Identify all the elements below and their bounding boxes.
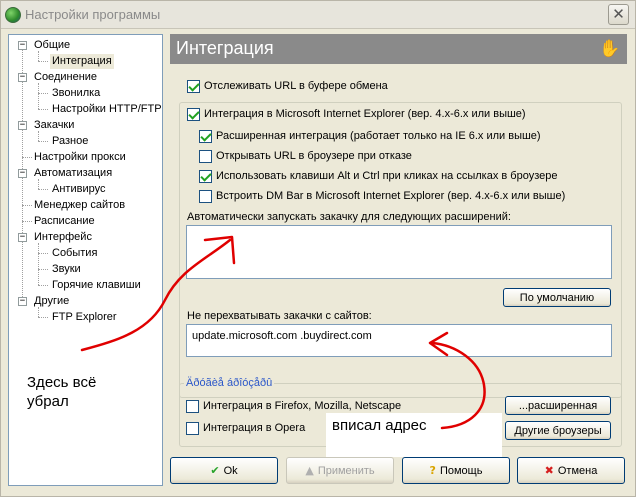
apply-label: Применить bbox=[317, 465, 375, 477]
checkbox-box[interactable] bbox=[199, 150, 212, 163]
tree-item-schedule[interactable]: Расписание bbox=[34, 214, 95, 229]
tree-connector bbox=[22, 157, 32, 158]
skip-sites-label: Не перехватывать закачки с сайтов: bbox=[187, 310, 372, 322]
alt-ctrl-keys-checkbox[interactable]: Использовать клавиши Alt и Ctrl при клик… bbox=[199, 169, 619, 185]
apply-button[interactable]: ▲ Применить bbox=[286, 457, 394, 484]
panel-title: Интеграция bbox=[176, 38, 274, 58]
tree-item-hotkeys[interactable]: Горячие клавиши bbox=[52, 278, 141, 293]
checkbox-box[interactable] bbox=[186, 400, 199, 413]
tree-expand-box[interactable]: − bbox=[18, 121, 27, 130]
checkbox-box[interactable] bbox=[199, 130, 212, 143]
tree-item-downloads[interactable]: Закачки bbox=[34, 118, 74, 133]
checkbox-box[interactable] bbox=[187, 80, 200, 93]
tree-connector bbox=[38, 93, 48, 94]
tree-expand-box[interactable]: − bbox=[18, 233, 27, 242]
tree-item-misc[interactable]: Разное bbox=[52, 134, 88, 149]
left-note-text: Здесь всё убрал bbox=[27, 373, 96, 411]
opera-integration-label: Интеграция в Opera bbox=[203, 422, 306, 434]
left-note-line1: Здесь всё bbox=[27, 374, 97, 391]
tree-item-interface[interactable]: Интерфейс bbox=[34, 230, 92, 245]
window-title: Настройки программы bbox=[25, 7, 161, 22]
tree-expand-box[interactable]: − bbox=[18, 41, 27, 50]
default-button[interactable]: По умолчанию bbox=[503, 288, 611, 307]
tree-item-events[interactable]: События bbox=[52, 246, 97, 261]
tree-expand-box[interactable]: − bbox=[18, 73, 27, 82]
tree-item-general[interactable]: Общие bbox=[34, 38, 70, 53]
tree-item-dialer[interactable]: Звонилка bbox=[52, 86, 100, 101]
tree-item-proxy[interactable]: Настройки прокси bbox=[34, 150, 126, 165]
apply-icon: ▲ bbox=[305, 464, 314, 477]
extended-integration-checkbox[interactable]: Расширенная интеграция (работает только … bbox=[199, 129, 619, 145]
tree-branch-line bbox=[38, 83, 39, 109]
tree-item-integration[interactable]: Интеграция bbox=[50, 54, 114, 69]
clipboard-watch-label: Отслеживать URL в буфере обмена bbox=[204, 80, 388, 92]
skip-sites-textarea[interactable]: update.microsoft.com .buydirect.com bbox=[186, 324, 612, 357]
tree-item-sounds[interactable]: Звуки bbox=[52, 262, 81, 277]
tree-expand-box[interactable]: − bbox=[18, 297, 27, 306]
help-label: Помощь bbox=[439, 465, 483, 477]
tree-branch-line bbox=[38, 243, 39, 285]
tree-connector bbox=[38, 269, 48, 270]
hand-icon: ✋ bbox=[599, 39, 621, 58]
cancel-x-icon: ✖ bbox=[544, 464, 554, 477]
tree-connector bbox=[38, 61, 48, 62]
cancel-button[interactable]: ✖ Отмена bbox=[517, 457, 625, 484]
auto-ext-label: Автоматически запускать закачку для след… bbox=[187, 211, 511, 223]
tree-item-automation[interactable]: Автоматизация bbox=[34, 166, 112, 181]
tree-item-site-manager[interactable]: Менеджер сайтов bbox=[34, 198, 125, 213]
tree-connector bbox=[22, 205, 32, 206]
right-note-text: вписал адрес bbox=[332, 417, 427, 434]
dm-bar-checkbox[interactable]: Встроить DM Bar в Microsoft Internet Exp… bbox=[199, 189, 619, 205]
dm-bar-label: Встроить DM Bar в Microsoft Internet Exp… bbox=[216, 190, 566, 202]
other-browsers-group-title: Äðóãèå áðîóçåðû bbox=[184, 377, 275, 389]
tree-item-connection[interactable]: Соединение bbox=[34, 70, 97, 85]
title-bar[interactable]: Настройки программы ✕ bbox=[1, 1, 635, 29]
app-globe-icon bbox=[5, 7, 21, 23]
ie-integration-checkbox[interactable]: Интеграция в Microsoft Internet Explorer… bbox=[187, 107, 607, 123]
tree-item-ftp-explorer[interactable]: FTP Explorer bbox=[52, 310, 117, 325]
tree-connector bbox=[38, 141, 48, 142]
tree-connector bbox=[38, 189, 48, 190]
checkbox-box[interactable] bbox=[199, 190, 212, 203]
check-icon: ✔ bbox=[210, 464, 220, 477]
firefox-integration-label: Интеграция в Firefox, Mozilla, Netscape bbox=[203, 400, 402, 412]
clipboard-watch-checkbox[interactable]: Отслеживать URL в буфере обмена bbox=[187, 79, 607, 95]
tree-connector bbox=[38, 253, 48, 254]
tree-connector bbox=[38, 109, 48, 110]
close-button[interactable]: ✕ bbox=[608, 4, 629, 25]
ie-integration-label: Интеграция в Microsoft Internet Explorer… bbox=[204, 108, 526, 120]
extended-integration-label: Расширенная интеграция (работает только … bbox=[216, 130, 541, 142]
tree-item-http-ftp[interactable]: Настройки HTTP/FTP bbox=[52, 102, 162, 117]
tree-expand-box[interactable]: − bbox=[18, 169, 27, 178]
question-icon: ? bbox=[429, 464, 436, 477]
tree-connector bbox=[38, 285, 48, 286]
integration-panel: Интеграция ✋ Отслеживать URL в буфере об… bbox=[170, 34, 627, 452]
ok-label: Ok bbox=[223, 465, 238, 477]
ok-button[interactable]: ✔ Ok bbox=[170, 457, 278, 484]
tree-item-other[interactable]: Другие bbox=[34, 294, 69, 309]
open-url-on-fail-label: Открывать URL в броузере при отказе bbox=[216, 150, 412, 162]
help-button[interactable]: ? Помощь bbox=[402, 457, 510, 484]
checkbox-box[interactable] bbox=[186, 422, 199, 435]
panel-header: Интеграция ✋ bbox=[170, 34, 627, 64]
tree-item-antivirus[interactable]: Антивирус bbox=[52, 182, 105, 197]
checkbox-box[interactable] bbox=[187, 108, 200, 121]
left-note-line2: убрал bbox=[27, 393, 69, 410]
tree-connector bbox=[22, 221, 32, 222]
advanced-button[interactable]: ...расширенная bbox=[505, 396, 611, 415]
checkbox-box[interactable] bbox=[199, 170, 212, 183]
other-browsers-button[interactable]: Другие броузеры bbox=[505, 421, 611, 440]
cancel-label: Отмена bbox=[557, 465, 598, 477]
tree-connector bbox=[38, 317, 48, 318]
open-url-on-fail-checkbox[interactable]: Открывать URL в броузере при отказе bbox=[199, 149, 619, 165]
auto-ext-textarea[interactable] bbox=[186, 225, 612, 279]
alt-ctrl-keys-label: Использовать клавиши Alt и Ctrl при клик… bbox=[216, 170, 558, 182]
